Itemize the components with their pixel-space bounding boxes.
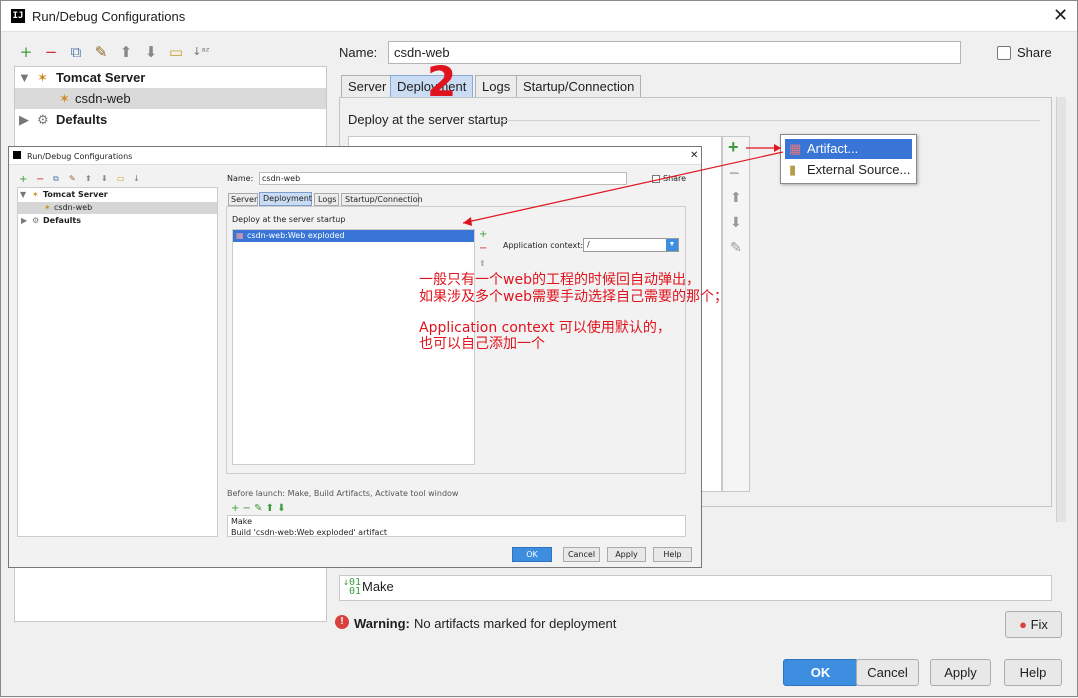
run-debug-window: IJ Run/Debug Configurations ✕ + − ⧉ ✎ ⬆ … (0, 0, 1078, 697)
arrow-to-inner-list (462, 151, 784, 224)
arrow-head-artifact (774, 144, 781, 152)
arrow-head-inner (463, 217, 472, 226)
annotation-arrows (462, 144, 784, 226)
